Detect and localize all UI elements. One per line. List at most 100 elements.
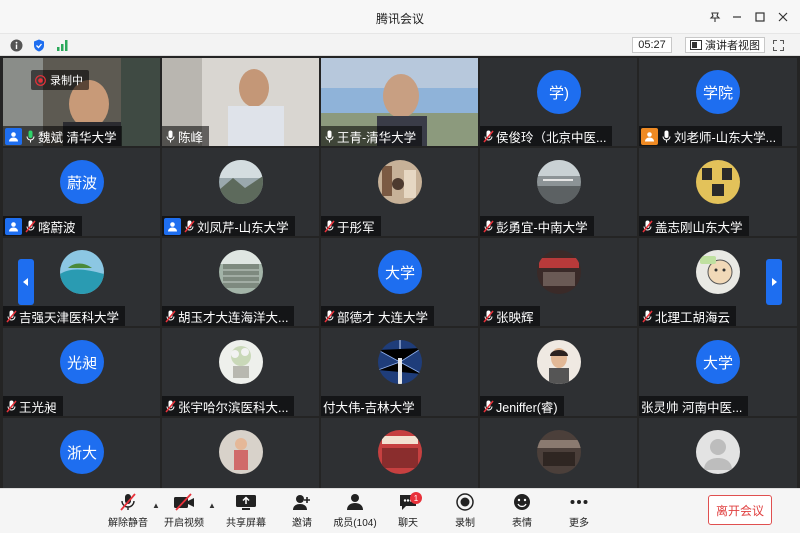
avatar — [696, 430, 740, 474]
participant-name: 喀蔚波 — [38, 220, 76, 235]
status-bar: 05:27 演讲者视图 — [0, 34, 800, 56]
start-video-label: 开启视频 — [164, 518, 204, 529]
meeting-toolbar: 解除静音 ▲ 开启视频 ▲ 共享屏幕 邀请 成员(104) 聊天 1 录制 表情… — [0, 488, 800, 533]
speaker-view-label: 演讲者视图 — [705, 40, 760, 52]
record-button[interactable]: 录制 — [453, 493, 477, 531]
invite-button[interactable]: 邀请 — [288, 493, 316, 531]
mic-muted-icon — [482, 399, 494, 413]
mic-muted-icon — [183, 219, 195, 233]
participant-tile[interactable]: 学院 刘老师-山东大学... — [639, 58, 797, 146]
participant-tile[interactable]: 于彤军 — [321, 148, 478, 236]
participant-name: 陈峰 — [178, 130, 204, 145]
pin-icon[interactable] — [706, 8, 724, 26]
participant-tile[interactable]: 学) 侯俊玲（北京中医... — [480, 58, 637, 146]
next-page-button[interactable] — [766, 259, 782, 305]
maximize-icon[interactable] — [751, 8, 769, 26]
start-video-button[interactable]: 开启视频 — [164, 493, 204, 531]
signal-icon[interactable] — [54, 37, 70, 53]
participant-name-bar: 胡玉才大连海洋大... — [162, 306, 295, 326]
avatar — [60, 250, 104, 294]
add-user-icon — [293, 495, 310, 510]
host-icon — [164, 217, 181, 235]
avatar: 浙大 — [60, 430, 104, 474]
cohost-icon — [641, 127, 658, 145]
mic-muted-icon — [323, 309, 335, 323]
mic-muted-icon — [24, 219, 36, 233]
participant-name: 张映辉 — [496, 310, 534, 325]
fullscreen-icon[interactable] — [770, 37, 786, 53]
previous-page-button[interactable] — [18, 259, 34, 305]
avatar — [219, 430, 263, 474]
more-button[interactable]: 更多 — [567, 493, 591, 531]
emoji-button[interactable]: 表情 — [510, 493, 534, 531]
emoji-icon — [514, 494, 530, 510]
participant-tile[interactable]: 付大伟-吉林大学 — [321, 328, 478, 416]
participant-name: 胡玉才大连海洋大... — [178, 310, 289, 325]
participant-tile[interactable] — [480, 418, 637, 488]
participant-name: 魏斌 清华大学 — [38, 130, 117, 145]
video-options-caret[interactable]: ▲ — [208, 501, 216, 510]
avatar — [537, 160, 581, 204]
participant-tile[interactable]: 彭勇宜-中南大学 — [480, 148, 637, 236]
participant-tile[interactable]: 光昶 王光昶 — [3, 328, 160, 416]
participant-tile[interactable] — [321, 418, 478, 488]
minimize-icon[interactable] — [728, 8, 746, 26]
recording-badge: 录制中 — [31, 70, 89, 90]
avatar — [696, 160, 740, 204]
participant-tile[interactable]: 张映辉 — [480, 238, 637, 326]
participant-name-bar: 盖志刚山东大学 — [639, 216, 749, 236]
participant-tile[interactable]: 王青-清华大学 — [321, 58, 478, 146]
mic-on-icon — [323, 129, 335, 143]
participant-tile[interactable] — [162, 418, 319, 488]
share-screen-label: 共享屏幕 — [226, 518, 266, 529]
participant-name-bar: 魏斌 清华大学 — [3, 126, 123, 146]
recording-label: 录制中 — [50, 75, 83, 87]
audio-options-caret[interactable]: ▲ — [152, 501, 160, 510]
mic-muted-icon — [5, 399, 17, 413]
participant-name-bar: 陈峰 — [162, 126, 210, 146]
participant-tile[interactable]: 蔚波 喀蔚波 — [3, 148, 160, 236]
participant-name: 王青-清华大学 — [337, 130, 417, 145]
mic-muted-icon — [482, 129, 494, 143]
members-label: 成员(104) — [333, 518, 377, 529]
info-icon[interactable] — [8, 37, 24, 53]
mic-muted-icon — [5, 309, 17, 323]
unmute-label: 解除静音 — [108, 518, 148, 529]
members-button[interactable]: 成员(104) — [333, 493, 377, 531]
unmute-button[interactable]: 解除静音 — [108, 493, 148, 531]
avatar: 蔚波 — [60, 160, 104, 204]
participant-name-bar: 张映辉 — [480, 306, 540, 326]
participant-tile[interactable]: 浙大 — [3, 418, 160, 488]
leave-meeting-button[interactable]: 离开会议 — [708, 495, 772, 525]
participant-tile[interactable]: 大学 张灵帅 河南中医... — [639, 328, 797, 416]
mic-muted-icon — [120, 493, 136, 511]
participant-tile[interactable]: 陈峰 — [162, 58, 319, 146]
participant-name-bar: 刘凤芹-山东大学 — [162, 216, 295, 236]
avatar — [378, 160, 422, 204]
participant-name: 于彤军 — [337, 220, 375, 235]
close-icon[interactable] — [774, 8, 792, 26]
avatar — [219, 250, 263, 294]
speaker-view-button[interactable]: 演讲者视图 — [685, 37, 765, 53]
participant-name: 张灵帅 河南中医... — [641, 400, 743, 415]
participant-name-bar: 王光昶 — [3, 396, 63, 416]
participant-name: Jeniffer(睿) — [496, 400, 558, 415]
participant-tile[interactable]: 盖志刚山东大学 — [639, 148, 797, 236]
participant-tile[interactable]: 录制中 魏斌 清华大学 — [3, 58, 160, 146]
participant-tile[interactable]: 张宇哈尔滨医科大... — [162, 328, 319, 416]
avatar: 大学 — [378, 250, 422, 294]
avatar — [537, 340, 581, 384]
record-label: 录制 — [455, 518, 475, 529]
participant-tile[interactable]: Jeniffer(睿) — [480, 328, 637, 416]
participant-tile[interactable]: 大学 部德才 大连大学 — [321, 238, 478, 326]
participant-name-bar: 彭勇宜-中南大学 — [480, 216, 594, 236]
participant-tile[interactable]: 刘凤芹-山东大学 — [162, 148, 319, 236]
participant-name: 彭勇宜-中南大学 — [496, 220, 588, 235]
participant-name-bar: Jeniffer(睿) — [480, 396, 564, 416]
avatar — [378, 430, 422, 474]
security-shield-icon[interactable] — [31, 37, 47, 53]
mic-muted-icon — [164, 399, 176, 413]
participant-tile[interactable] — [639, 418, 797, 488]
share-screen-button[interactable]: 共享屏幕 — [224, 493, 268, 531]
participant-tile[interactable]: 胡玉才大连海洋大... — [162, 238, 319, 326]
